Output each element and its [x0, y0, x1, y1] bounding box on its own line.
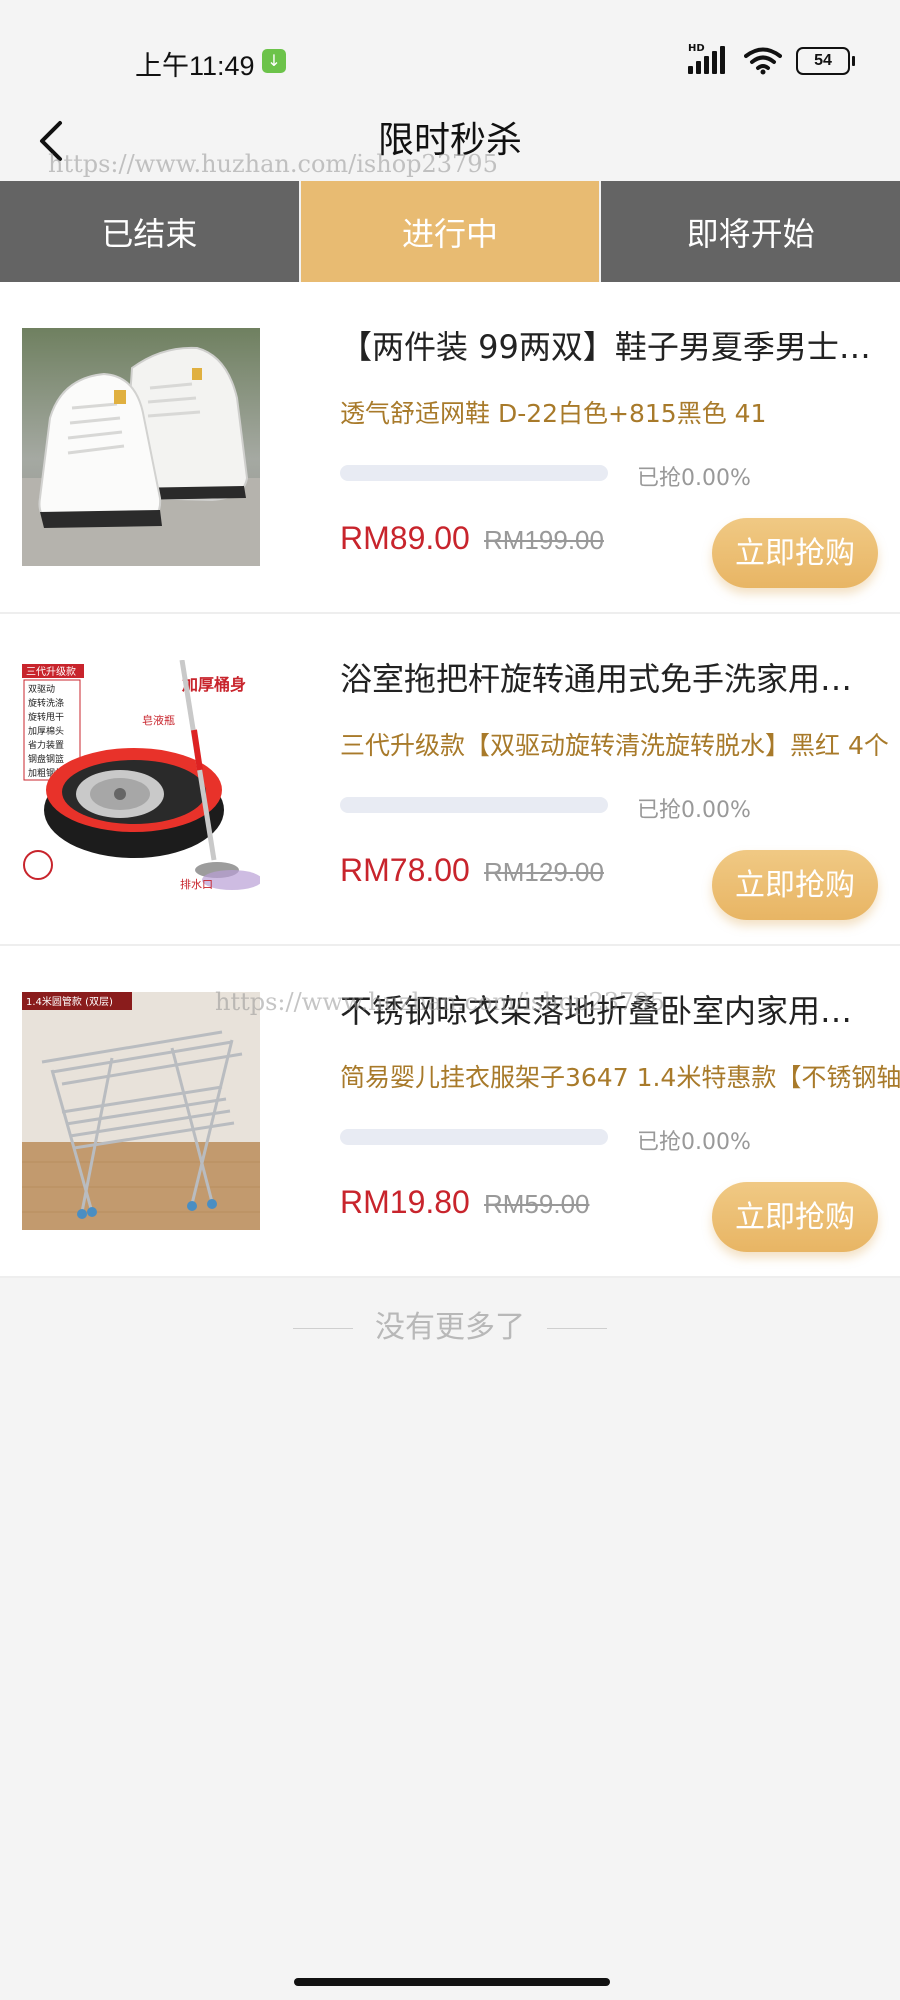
page-title: 限时秒杀: [377, 120, 522, 161]
sale-price: RM78.00: [340, 852, 470, 888]
product-list: 【两件装 99两双】鞋子男夏季男士运动鞋 透气舒适网鞋 D-22白色+815黑色…: [0, 282, 900, 1278]
progress-text: 已抢0.00%: [637, 798, 751, 823]
status-time: 上午11:49: [135, 51, 255, 81]
buy-now-button[interactable]: 立即抢购: [712, 850, 878, 920]
product-spec: 透气舒适网鞋 D-22白色+815黑色 41: [340, 399, 767, 428]
header: 限时秒杀: [0, 105, 900, 181]
progress-bar: [340, 465, 608, 481]
sale-price: RM19.80: [340, 1184, 470, 1220]
buy-now-button[interactable]: 立即抢购: [712, 1182, 878, 1252]
no-more-indicator: 没有更多了: [0, 1302, 900, 1346]
product-image-sneakers[interactable]: [22, 328, 260, 566]
product-spec: 三代升级款【双驱动旋转清洗旋转脱水】黑红 4个: [340, 731, 889, 760]
product-image-drying-rack[interactable]: 1.4米圆管款 (双层): [22, 992, 260, 1230]
buy-now-button[interactable]: 立即抢购: [712, 518, 878, 588]
product-title: 【两件装 99两双】鞋子男夏季男士运动鞋: [340, 328, 880, 366]
image-label: 三代升级款: [26, 665, 76, 678]
product-item[interactable]: 三代升级款 双驱动 旋转洗涤 旋转甩干 加厚棉头 省力装置 钢盘钢篮 加粗钢杆 …: [0, 614, 900, 946]
image-label: 钢盘钢篮: [28, 753, 64, 765]
image-label: 加厚桶身: [181, 675, 246, 694]
tab-bar: 已结束 进行中 即将开始: [0, 181, 900, 304]
tab-label: 进行中: [402, 214, 499, 253]
product-item[interactable]: 【两件装 99两双】鞋子男夏季男士运动鞋 透气舒适网鞋 D-22白色+815黑色…: [0, 282, 900, 614]
progress-text: 已抢0.00%: [637, 1130, 751, 1155]
product-title: 不锈钢晾衣架落地折叠卧室内家用晒衣架: [340, 992, 880, 1030]
image-label: 双驱动: [28, 684, 55, 695]
image-label: 排水口: [180, 877, 213, 891]
sale-price: RM89.00: [340, 520, 470, 556]
original-price: RM59.00: [484, 1189, 590, 1219]
image-label: 加厚棉头: [28, 725, 64, 737]
status-icons: HD 54: [688, 43, 855, 76]
battery-icon: 54: [796, 47, 855, 75]
tab-ended[interactable]: 已结束: [0, 181, 299, 282]
progress-text: 已抢0.00%: [637, 466, 751, 491]
product-spec: 简易婴儿挂衣服架子3647 1.4米特惠款【不锈钢轴】: [340, 1063, 900, 1092]
product-title: 浴室拖把杆旋转通用式免手洗家用拖把桶: [340, 660, 880, 698]
no-more-text: 没有更多了: [375, 1310, 525, 1345]
wifi-icon: [744, 47, 782, 75]
image-label: 旋转洗涤: [28, 697, 64, 709]
tab-in-progress[interactable]: 进行中: [298, 181, 600, 304]
progress-bar: [340, 1129, 608, 1145]
tab-label: 即将开始: [686, 214, 815, 253]
image-label: 皂液瓶: [142, 713, 175, 727]
tab-label: 已结束: [101, 214, 198, 253]
divider-line: [547, 1328, 607, 1329]
signal-hd-label: HD: [688, 43, 705, 54]
original-price: RM129.00: [484, 857, 604, 887]
original-price: RM199.00: [484, 525, 604, 555]
product-item[interactable]: 1.4米圆管款 (双层) 不锈钢晾衣架落地折叠卧室内家用晒衣架 简易婴儿挂衣服架…: [0, 946, 900, 1278]
home-indicator[interactable]: [294, 1978, 610, 1986]
product-image-mop-bucket[interactable]: 三代升级款 双驱动 旋转洗涤 旋转甩干 加厚棉头 省力装置 钢盘钢篮 加粗钢杆 …: [22, 660, 260, 898]
battery-level: 54: [814, 52, 832, 69]
download-icon: ↓: [262, 49, 286, 73]
status-bar: 上午11:49 ↓ HD 54: [0, 0, 900, 120]
image-label: 旋转甩干: [28, 711, 64, 723]
progress-bar: [340, 797, 608, 813]
tab-upcoming[interactable]: 即将开始: [599, 181, 900, 282]
image-label: 省力装置: [28, 739, 64, 751]
signal-icon: HD: [688, 43, 730, 76]
divider-line: [293, 1328, 353, 1329]
image-label: 1.4米圆管款 (双层): [26, 995, 113, 1008]
